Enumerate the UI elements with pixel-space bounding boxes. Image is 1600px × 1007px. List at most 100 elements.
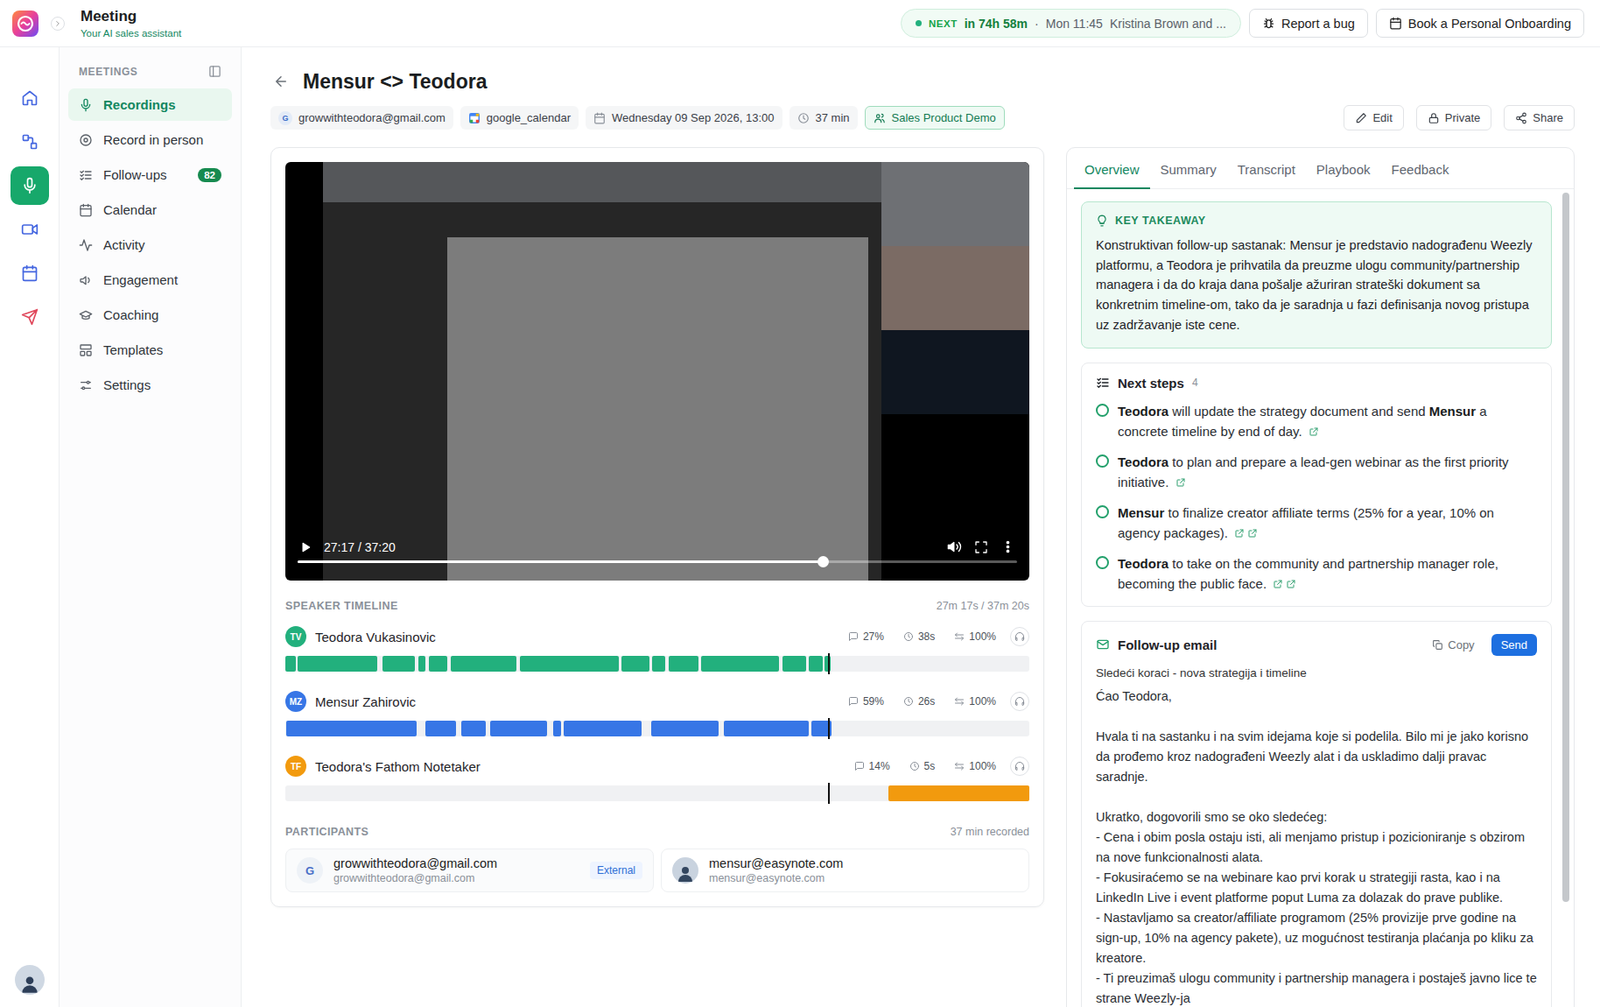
- clock-icon: [909, 760, 920, 772]
- main: Mensur <> Teodora G growwithteodora@gmai…: [241, 47, 1600, 1007]
- organizer-avatar: G: [278, 111, 293, 126]
- bulb-icon: [1095, 214, 1109, 227]
- action-button[interactable]: Share: [1503, 105, 1575, 131]
- next-steps: Next steps 4 Teodora will update the str…: [1080, 362, 1552, 607]
- speaker-track[interactable]: [285, 785, 1030, 801]
- talk-segment[interactable]: [888, 785, 1031, 801]
- participant-card[interactable]: mensur@easynote.com mensur@easynote.com: [660, 848, 1030, 892]
- tab[interactable]: Summary: [1150, 151, 1228, 190]
- expand-button[interactable]: [50, 16, 65, 31]
- tab[interactable]: Feedback: [1381, 151, 1460, 190]
- video-frame: [322, 161, 882, 581]
- more-button[interactable]: [1000, 539, 1016, 555]
- talk-segment[interactable]: [428, 655, 448, 672]
- step-checkbox[interactable]: [1095, 403, 1109, 417]
- sidebar-item[interactable]: Templates: [68, 333, 232, 366]
- talk-segment[interactable]: [519, 655, 619, 672]
- talk-segment[interactable]: [425, 720, 457, 737]
- swap-icon: [954, 695, 965, 707]
- video-player[interactable]: 27:17 / 37:20: [285, 161, 1030, 581]
- talk-segment[interactable]: [668, 655, 699, 672]
- talk-segment[interactable]: [450, 655, 518, 672]
- sidebar-item[interactable]: Coaching: [68, 298, 232, 331]
- talk-segment[interactable]: [808, 655, 822, 672]
- logo-icon[interactable]: [12, 10, 39, 37]
- tab[interactable]: Overview: [1073, 151, 1151, 190]
- talk-segment[interactable]: [490, 720, 548, 737]
- play-button[interactable]: [299, 540, 312, 554]
- sidebar-item[interactable]: Calendar: [68, 193, 232, 226]
- talk-segment[interactable]: [701, 655, 779, 672]
- email-body[interactable]: Ćao Teodora, Hvala ti na sastanku i na s…: [1095, 686, 1537, 1007]
- sidebar-item[interactable]: Follow-ups 82: [68, 158, 232, 191]
- sidebar-item[interactable]: Activity: [68, 228, 232, 261]
- speaker-track[interactable]: [285, 655, 1030, 672]
- header-button[interactable]: Report a bug: [1249, 8, 1369, 38]
- rail-button[interactable]: [10, 122, 50, 162]
- step-checkbox[interactable]: [1095, 555, 1109, 569]
- tab[interactable]: Transcript: [1227, 151, 1306, 190]
- sidebar-item[interactable]: Recordings: [68, 88, 232, 121]
- progress-thumb[interactable]: [817, 555, 829, 568]
- swap-icon: [954, 760, 965, 772]
- source-link[interactable]: [1247, 527, 1258, 539]
- talk-segment[interactable]: [286, 720, 418, 737]
- talk-segment[interactable]: [723, 720, 809, 737]
- sidebar-heading: MEETINGS: [68, 64, 232, 78]
- talk-segment[interactable]: [418, 655, 426, 672]
- send-button[interactable]: Send: [1491, 633, 1537, 656]
- talk-segment[interactable]: [553, 720, 562, 737]
- icon-rail: [0, 47, 60, 1007]
- listen-button[interactable]: [1010, 691, 1030, 711]
- talk-segment[interactable]: [297, 655, 378, 672]
- collapse-button[interactable]: [208, 64, 222, 78]
- rail-button[interactable]: [10, 166, 50, 205]
- source-link[interactable]: [1175, 477, 1186, 488]
- source-link[interactable]: [1272, 578, 1284, 590]
- listen-button[interactable]: [1010, 626, 1030, 646]
- talk-segment[interactable]: [621, 655, 649, 672]
- talk-segment[interactable]: [461, 720, 487, 737]
- sidebar-item[interactable]: Record in person: [68, 123, 232, 156]
- sidebar-item[interactable]: Engagement: [68, 263, 232, 296]
- clock-icon: [797, 112, 810, 125]
- copy-button[interactable]: Copy: [1426, 635, 1480, 654]
- talk-segment[interactable]: [652, 655, 666, 672]
- talk-segment[interactable]: [563, 720, 642, 737]
- tab[interactable]: Playbook: [1305, 151, 1382, 190]
- meta-chip: 37 min: [789, 105, 858, 130]
- speaker-track[interactable]: [285, 720, 1030, 737]
- source-link[interactable]: [1285, 578, 1297, 590]
- chat-icon: [848, 695, 859, 707]
- back-button[interactable]: [273, 73, 289, 90]
- scrollbar[interactable]: [1562, 192, 1570, 1007]
- talk-segment[interactable]: [782, 655, 807, 672]
- rail-button[interactable]: [10, 210, 50, 249]
- step-checkbox[interactable]: [1095, 505, 1109, 519]
- volume-button[interactable]: [947, 539, 962, 555]
- top-bar: Meeting Your AI sales assistant NEXT in …: [0, 0, 1600, 48]
- source-link[interactable]: [1308, 426, 1320, 437]
- action-button[interactable]: Edit: [1343, 105, 1404, 131]
- next-meeting-pill[interactable]: NEXT in 74h 58m · Mon 11:45 Kristina Bro…: [900, 8, 1242, 38]
- headphones-icon: [1014, 631, 1025, 642]
- sidebar-item[interactable]: Settings: [68, 368, 232, 401]
- participant-card[interactable]: G growwithteodora@gmail.com growwithteod…: [285, 848, 654, 892]
- talk-segment[interactable]: [382, 655, 415, 672]
- header-button[interactable]: Book a Personal Onboarding: [1375, 8, 1585, 38]
- rail-button[interactable]: [10, 78, 50, 118]
- source-link[interactable]: [1234, 527, 1245, 539]
- user-avatar[interactable]: [14, 964, 45, 995]
- listen-button[interactable]: [1010, 756, 1030, 776]
- step-checkbox[interactable]: [1095, 454, 1109, 468]
- bug-icon: [1262, 16, 1276, 30]
- video-progress[interactable]: [297, 560, 1018, 563]
- action-button[interactable]: Private: [1416, 105, 1492, 131]
- interaction-share: 100%: [948, 630, 1002, 643]
- talk-segment[interactable]: [285, 655, 296, 672]
- rail-button[interactable]: [10, 297, 50, 337]
- talk-segment[interactable]: [651, 720, 719, 737]
- fullscreen-button[interactable]: [974, 540, 989, 555]
- talk-share: 27%: [842, 630, 890, 643]
- rail-button[interactable]: [10, 253, 50, 293]
